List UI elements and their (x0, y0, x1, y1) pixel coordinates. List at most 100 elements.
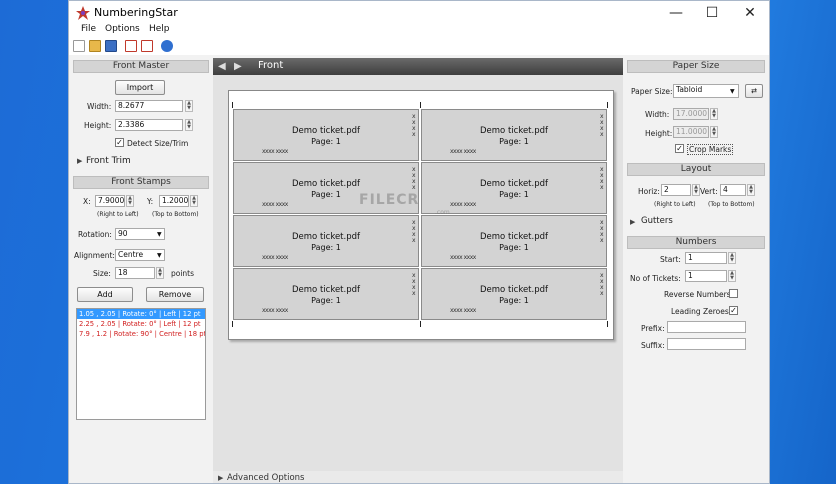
tickets-field[interactable]: 1 (685, 270, 727, 282)
size-stepper[interactable]: ▲ ▼ (156, 267, 164, 279)
prefix-field[interactable] (667, 321, 746, 333)
pdf-print-icon[interactable] (141, 40, 153, 52)
width-stepper[interactable]: ▲ ▼ (185, 100, 193, 112)
numbers-header: Numbers (627, 236, 765, 249)
ticket-numbers: xxxx xxxx (450, 254, 476, 261)
horiz-label: Horiz: (638, 187, 660, 196)
vert-field[interactable]: 4 (720, 184, 746, 196)
close-button[interactable]: ✕ (731, 3, 769, 23)
tickets-stepper[interactable]: ▲ ▼ (728, 270, 736, 282)
toolbar (69, 37, 769, 55)
orientation-icon[interactable]: ⇄ (745, 84, 763, 98)
start-field[interactable]: 1 (685, 252, 727, 264)
y-field[interactable]: 1.2000 (159, 195, 189, 207)
suffix-label: Suffix: (641, 341, 665, 350)
open-folder-icon[interactable] (89, 40, 101, 52)
vert-stepper[interactable]: ▲ ▼ (747, 184, 755, 196)
stamp-list[interactable]: 1.05 , 2.05 | Rotate: 0° | Left | 12 pt … (76, 308, 206, 420)
maximize-button[interactable]: ☐ (693, 3, 731, 23)
ticket-title: Demo ticket.pdf (480, 285, 548, 295)
height-field[interactable]: 2.3386 (115, 119, 183, 131)
list-item[interactable]: 1.05 , 2.05 | Rotate: 0° | Left | 12 pt (77, 309, 205, 319)
layout-header: Layout (627, 163, 765, 176)
save-icon[interactable] (105, 40, 117, 52)
ticket: Demo ticket.pdf Page: 1 xxxx xxxx x x x … (421, 215, 607, 267)
paper-height-label: Height: (645, 129, 673, 138)
suffix-field[interactable] (667, 338, 746, 350)
leading-zeroes-label: Leading Zeroes (671, 307, 729, 316)
chevron-down-icon: ▼ (157, 231, 162, 238)
ticket-page: Page: 1 (499, 296, 529, 305)
y-stepper[interactable]: ▲ ▼ (190, 195, 198, 207)
expand-arrow-icon[interactable]: ▶ (630, 218, 635, 226)
ticket-page: Page: 1 (499, 243, 529, 252)
vertical-number: x x x x (600, 113, 604, 138)
x-field[interactable]: 7.9000 (95, 195, 125, 207)
paper-width-field[interactable]: 17.0000 (673, 108, 709, 120)
ticket: Demo ticket.pdf Page: 1 xxxx xxxx x x x … (421, 162, 607, 214)
ticket-numbers: xxxx xxxx (262, 148, 288, 155)
menu-bar: File Options Help (69, 23, 769, 37)
y-label: Y: (147, 197, 154, 206)
crop-mark (607, 321, 608, 327)
help-icon[interactable] (161, 40, 173, 52)
start-stepper[interactable]: ▲ ▼ (728, 252, 736, 264)
reverse-numbers-label: Reverse Numbers (664, 290, 731, 299)
horiz-stepper[interactable]: ▲ ▼ (692, 184, 700, 196)
front-title: Front (258, 60, 284, 71)
menu-options[interactable]: Options (105, 24, 140, 34)
pdf-export-icon[interactable] (125, 40, 137, 52)
add-stamp-button[interactable]: Add (77, 287, 133, 302)
list-item[interactable]: 2.25 , 2.05 | Rotate: 0° | Left | 12 pt (77, 319, 205, 329)
remove-stamp-button[interactable]: Remove (146, 287, 204, 302)
reverse-numbers-checkbox[interactable] (729, 289, 738, 298)
chevron-down-icon: ▼ (157, 252, 162, 259)
front-trim-toggle[interactable]: Front Trim (86, 156, 131, 166)
ticket-page: Page: 1 (499, 190, 529, 199)
paper-height-stepper[interactable]: ▲ ▼ (710, 126, 718, 138)
paper-width-label: Width: (645, 110, 670, 119)
vertical-number: x x x x (600, 219, 604, 244)
crop-marks-checkbox[interactable]: ✓ (675, 144, 684, 153)
advanced-options-toggle[interactable]: ▶ Advanced Options (213, 471, 623, 483)
menu-help[interactable]: Help (149, 24, 170, 34)
width-field[interactable]: 8.2677 (115, 100, 183, 112)
size-label: Size: (93, 269, 111, 278)
front-stamps-header: Front Stamps (73, 176, 209, 189)
leading-zeroes-checkbox[interactable]: ✓ (729, 306, 738, 315)
x-stepper[interactable]: ▲ ▼ (126, 195, 134, 207)
import-button[interactable]: Import (115, 80, 165, 95)
new-file-icon[interactable] (73, 40, 85, 52)
x-direction-hint: (Right to Left) (97, 211, 139, 218)
ticket-page: Page: 1 (499, 137, 529, 146)
vertical-number: x x x x (412, 166, 416, 191)
watermark-sub: .com (435, 209, 450, 216)
detect-size-checkbox[interactable]: ✓ (115, 138, 124, 147)
size-field[interactable]: 18 (115, 267, 155, 279)
ticket-title: Demo ticket.pdf (292, 232, 360, 242)
gutters-toggle[interactable]: Gutters (641, 216, 673, 226)
watermark: FILECR (359, 192, 420, 208)
menu-file[interactable]: File (81, 24, 96, 34)
crop-marks-label: Crop Marks (687, 144, 734, 155)
horiz-field[interactable]: 2 (661, 184, 691, 196)
crop-mark (420, 321, 421, 327)
forward-arrow-icon[interactable]: ▶ (234, 60, 247, 73)
start-label: Start: (660, 255, 681, 264)
paper-height-field[interactable]: 11.0000 (673, 126, 709, 138)
ticket: Demo ticket.pdf Page: 1 xxxx xxxx x x x … (233, 268, 419, 320)
back-arrow-icon[interactable]: ◀ (218, 60, 231, 73)
crop-mark (232, 102, 233, 108)
paper-width-stepper[interactable]: ▲ ▼ (710, 108, 718, 120)
paper-size-header: Paper Size (627, 60, 765, 73)
ticket-numbers: xxxx xxxx (450, 307, 476, 314)
vertical-number: x x x x (412, 272, 416, 297)
list-item[interactable]: 7.9 , 1.2 | Rotate: 90° | Centre | 18 pt (77, 329, 205, 339)
ticket-title: Demo ticket.pdf (292, 179, 360, 189)
ticket-page: Page: 1 (311, 296, 341, 305)
expand-arrow-icon[interactable]: ▶ (77, 157, 82, 165)
vertical-number: x x x x (600, 272, 604, 297)
horiz-direction-hint: (Right to Left) (654, 201, 696, 208)
height-stepper[interactable]: ▲ ▼ (185, 119, 193, 131)
minimize-button[interactable]: — (657, 3, 695, 23)
